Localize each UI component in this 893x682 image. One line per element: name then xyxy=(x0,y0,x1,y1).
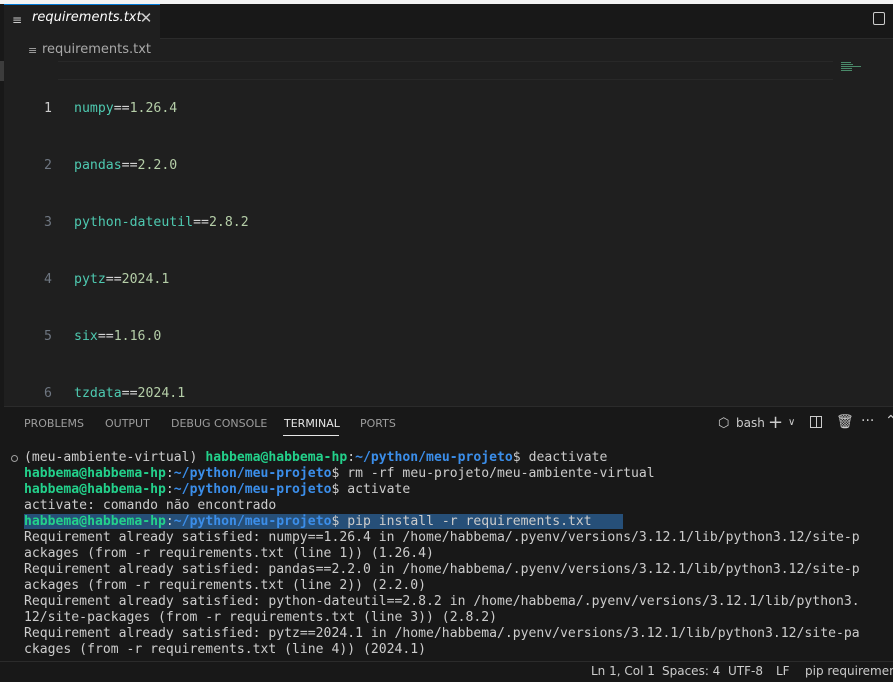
line-number: 1 xyxy=(44,101,52,116)
code-line[interactable]: six==1.16.0 xyxy=(74,327,249,346)
terminal-line: activate: comando não encontrado xyxy=(24,498,277,513)
code-line[interactable]: tzdata==2024.1 xyxy=(74,384,249,403)
code-line[interactable]: numpy==1.26.4 xyxy=(74,99,249,118)
terminal-line: Requirement already satisfied: python-da… xyxy=(24,594,860,609)
split-terminal-icon[interactable] xyxy=(810,416,822,428)
new-terminal-icon[interactable]: + xyxy=(768,412,783,433)
trash-icon[interactable]: 🗑 xyxy=(836,414,854,430)
layout-toggle-icon[interactable] xyxy=(873,12,885,25)
line-number: 6 xyxy=(44,386,52,401)
cursor-position[interactable]: Ln 1, Col 1 xyxy=(591,664,655,678)
terminal-line: (meu-ambiente-virtual) habbema@habbema-h… xyxy=(24,450,608,465)
maximize-panel-icon[interactable]: ⌃ xyxy=(885,413,893,429)
terminal-output[interactable]: (meu-ambiente-virtual) habbema@habbema-h… xyxy=(24,450,890,658)
terminal-line: habbema@habbema-hp:~/python/meu-projeto$… xyxy=(24,466,655,481)
file-lines-icon: ≡ xyxy=(12,13,23,27)
terminal-line: ackages (from -r requirements.txt (line … xyxy=(24,578,427,593)
more-icon[interactable]: ··· xyxy=(861,413,874,429)
terminal-line: 12/site-packages (from -r requirements.t… xyxy=(24,610,497,625)
terminal-icon[interactable]: ⬡ xyxy=(718,416,729,431)
tab-debug-console[interactable]: DEBUG CONSOLE xyxy=(171,417,267,430)
indentation-setting[interactable]: Spaces: 4 xyxy=(662,664,720,678)
command-status-icon[interactable] xyxy=(11,455,18,462)
encoding-setting[interactable]: UTF-8 xyxy=(728,664,763,678)
tab-terminal[interactable]: TERMINAL xyxy=(284,417,340,430)
close-icon[interactable]: ✕ xyxy=(138,9,154,27)
chevron-down-icon[interactable]: ∨ xyxy=(788,417,795,428)
line-number: 4 xyxy=(44,272,52,287)
line-number: 5 xyxy=(44,329,52,344)
terminal-line: ckages (from -r requirements.txt (line 4… xyxy=(24,642,427,657)
code-line[interactable]: pytz==2024.1 xyxy=(74,270,249,289)
code-line[interactable]: python-dateutil==2.8.2 xyxy=(74,213,249,232)
shell-label[interactable]: bash xyxy=(736,416,765,430)
terminal-line: Requirement already satisfied: numpy==1.… xyxy=(24,530,860,545)
terminal-line-selected: habbema@habbema-hp:~/python/meu-projeto$… xyxy=(24,514,890,530)
terminal-line: habbema@habbema-hp:~/python/meu-projeto$… xyxy=(24,482,411,497)
tab-problems[interactable]: PROBLEMS xyxy=(24,417,84,430)
line-number: 3 xyxy=(44,215,52,230)
tab-label[interactable]: requirements.txt xyxy=(32,10,142,25)
minimap[interactable] xyxy=(841,62,863,72)
tab-ports[interactable]: PORTS xyxy=(360,417,396,430)
code-line[interactable]: pandas==2.2.0 xyxy=(74,156,249,175)
language-mode[interactable]: pip requirements xyxy=(805,664,893,678)
terminal-line: Requirement already satisfied: pandas==2… xyxy=(24,562,860,577)
active-tab-indicator xyxy=(283,435,339,436)
breadcrumb[interactable]: requirements.txt xyxy=(42,42,151,57)
file-lines-icon: ≡ xyxy=(28,44,38,57)
line-number: 2 xyxy=(44,158,52,173)
tab-output[interactable]: OUTPUT xyxy=(105,417,150,430)
code-editor[interactable]: numpy==1.26.4 pandas==2.2.0 python-dateu… xyxy=(74,61,249,422)
terminal-line: ackages (from -r requirements.txt (line … xyxy=(24,546,434,561)
terminal-line: Requirement already satisfied: pytz==202… xyxy=(24,626,860,641)
eol-setting[interactable]: LF xyxy=(776,664,790,678)
